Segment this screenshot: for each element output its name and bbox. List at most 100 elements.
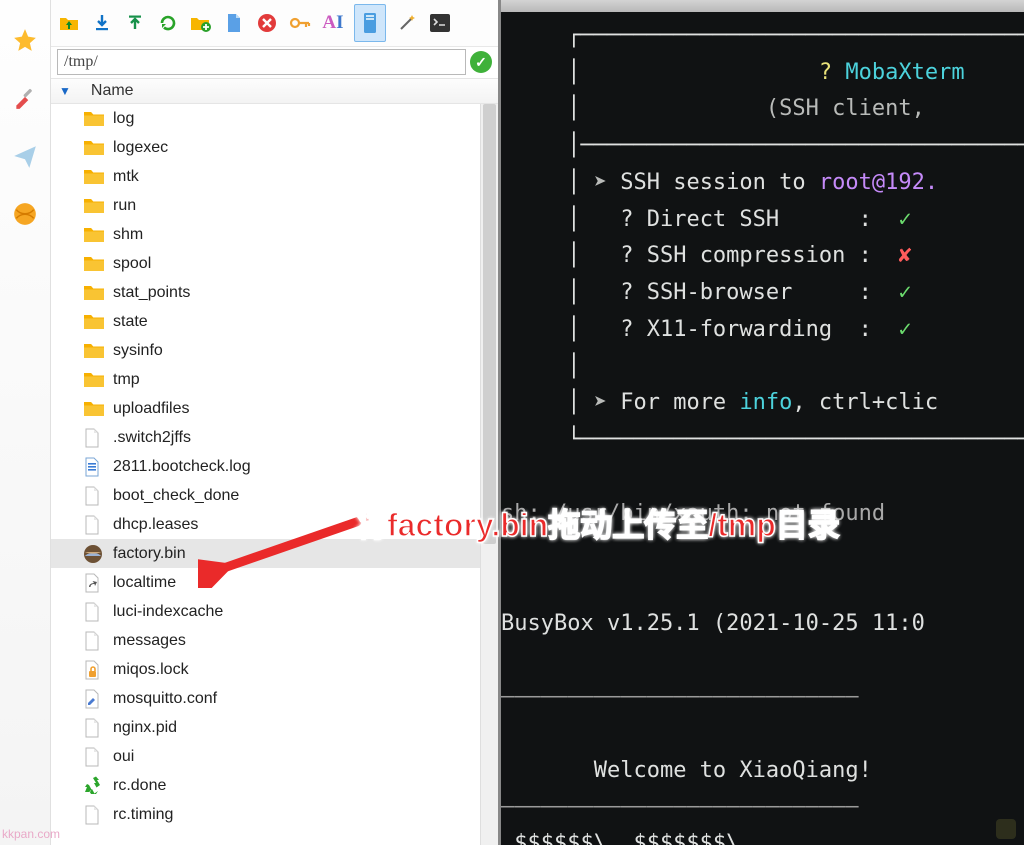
- file-item[interactable]: nginx.pid: [51, 713, 498, 742]
- item-label: state: [113, 313, 148, 331]
- scrollbar[interactable]: [480, 104, 498, 845]
- item-label: spool: [113, 255, 151, 273]
- parent-dir-icon[interactable]: [57, 11, 81, 35]
- folder-icon: [83, 196, 105, 216]
- item-label: luci-indexcache: [113, 603, 223, 621]
- folder-icon: [83, 254, 105, 274]
- new-file-icon[interactable]: [222, 11, 246, 35]
- folder-icon: [83, 341, 105, 361]
- folder-item[interactable]: state: [51, 307, 498, 336]
- file-item[interactable]: messages: [51, 626, 498, 655]
- folder-item[interactable]: tmp: [51, 365, 498, 394]
- item-label: rc.timing: [113, 806, 173, 824]
- item-label: .switch2jffs: [113, 429, 191, 447]
- file-item[interactable]: rc.timing: [51, 800, 498, 829]
- file-item[interactable]: luci-indexcache: [51, 597, 498, 626]
- globe-icon[interactable]: [11, 200, 39, 228]
- item-label: logexec: [113, 139, 168, 157]
- binfile-icon: [83, 544, 105, 564]
- lockfile-icon: [83, 660, 105, 680]
- download-icon[interactable]: [90, 11, 114, 35]
- file-icon: [83, 428, 105, 448]
- terminal-topbar: [501, 0, 1024, 12]
- delete-icon[interactable]: [255, 11, 279, 35]
- file-icon: [83, 486, 105, 506]
- annotation-arrow: [198, 508, 378, 588]
- item-label: log: [113, 110, 134, 128]
- item-label: stat_points: [113, 284, 190, 302]
- folder-item[interactable]: logexec: [51, 133, 498, 162]
- folder-item[interactable]: spool: [51, 249, 498, 278]
- folder-icon: [83, 167, 105, 187]
- item-label: dhcp.leases: [113, 516, 198, 534]
- folder-item[interactable]: sysinfo: [51, 336, 498, 365]
- file-icon: [83, 602, 105, 622]
- terminal-output: ┌────────────────────────────────────── …: [501, 10, 1024, 845]
- item-label: boot_check_done: [113, 487, 239, 505]
- terminal-panel[interactable]: ┌────────────────────────────────────── …: [501, 0, 1024, 845]
- refresh-icon[interactable]: [156, 11, 180, 35]
- folder-item[interactable]: mtk: [51, 162, 498, 191]
- item-label: uploadfiles: [113, 400, 190, 418]
- folder-item[interactable]: run: [51, 191, 498, 220]
- file-item[interactable]: rc.done: [51, 771, 498, 800]
- side-tool-strip: [0, 0, 51, 845]
- scrollbar-thumb[interactable]: [483, 104, 496, 544]
- file-item[interactable]: oui: [51, 742, 498, 771]
- path-row: ✓: [51, 47, 498, 78]
- item-label: sysinfo: [113, 342, 163, 360]
- server-icon[interactable]: [354, 4, 386, 42]
- folder-icon: [83, 399, 105, 419]
- folder-item[interactable]: log: [51, 104, 498, 133]
- file-browser-toolbar: AI: [51, 0, 498, 47]
- conffile-icon: [83, 689, 105, 709]
- item-label: rc.done: [113, 777, 166, 795]
- item-label: messages: [113, 632, 186, 650]
- folder-item[interactable]: shm: [51, 220, 498, 249]
- key-icon[interactable]: [288, 11, 312, 35]
- folder-icon: [83, 109, 105, 129]
- file-item[interactable]: miqos.lock: [51, 655, 498, 684]
- folder-item[interactable]: stat_points: [51, 278, 498, 307]
- file-icon: [83, 718, 105, 738]
- file-item[interactable]: 2811.bootcheck.log: [51, 452, 498, 481]
- sort-indicator-icon: ▼: [59, 84, 71, 98]
- item-label: mosquitto.conf: [113, 690, 217, 708]
- path-ok-icon: ✓: [470, 51, 492, 73]
- tools-icon[interactable]: [11, 84, 39, 112]
- item-label: nginx.pid: [113, 719, 177, 737]
- star-icon[interactable]: [11, 26, 39, 54]
- path-input[interactable]: [57, 49, 466, 75]
- file-item[interactable]: mosquitto.conf: [51, 684, 498, 713]
- item-label: tmp: [113, 371, 140, 389]
- folder-icon: [83, 312, 105, 332]
- recycle-icon: [83, 776, 105, 796]
- send-icon[interactable]: [11, 142, 39, 170]
- folder-item[interactable]: uploadfiles: [51, 394, 498, 423]
- item-label: shm: [113, 226, 143, 244]
- folder-icon: [83, 225, 105, 245]
- upload-icon[interactable]: [123, 11, 147, 35]
- item-label: oui: [113, 748, 134, 766]
- folder-icon: [83, 283, 105, 303]
- folder-icon: [83, 370, 105, 390]
- item-label: localtime: [113, 574, 176, 592]
- item-label: run: [113, 197, 136, 215]
- name-column-label: Name: [91, 82, 134, 100]
- column-header[interactable]: ▼ Name: [51, 78, 498, 104]
- file-list[interactable]: log logexec mtk run shm spool stat_pointsstate…: [51, 104, 498, 845]
- watermark-left: kkpan.com: [2, 827, 60, 841]
- item-label: 2811.bootcheck.log: [113, 458, 251, 476]
- file-icon: [83, 747, 105, 767]
- rename-icon[interactable]: AI: [321, 11, 345, 35]
- file-item[interactable]: .switch2jffs: [51, 423, 498, 452]
- logfile-icon: [83, 457, 105, 477]
- terminal-icon[interactable]: [428, 11, 452, 35]
- wand-icon[interactable]: [395, 11, 419, 35]
- folder-icon: [83, 138, 105, 158]
- item-label: mtk: [113, 168, 139, 186]
- new-folder-plus-icon[interactable]: [189, 11, 213, 35]
- file-icon: [83, 631, 105, 651]
- watermark-right: [996, 819, 1016, 839]
- file-icon: [83, 805, 105, 825]
